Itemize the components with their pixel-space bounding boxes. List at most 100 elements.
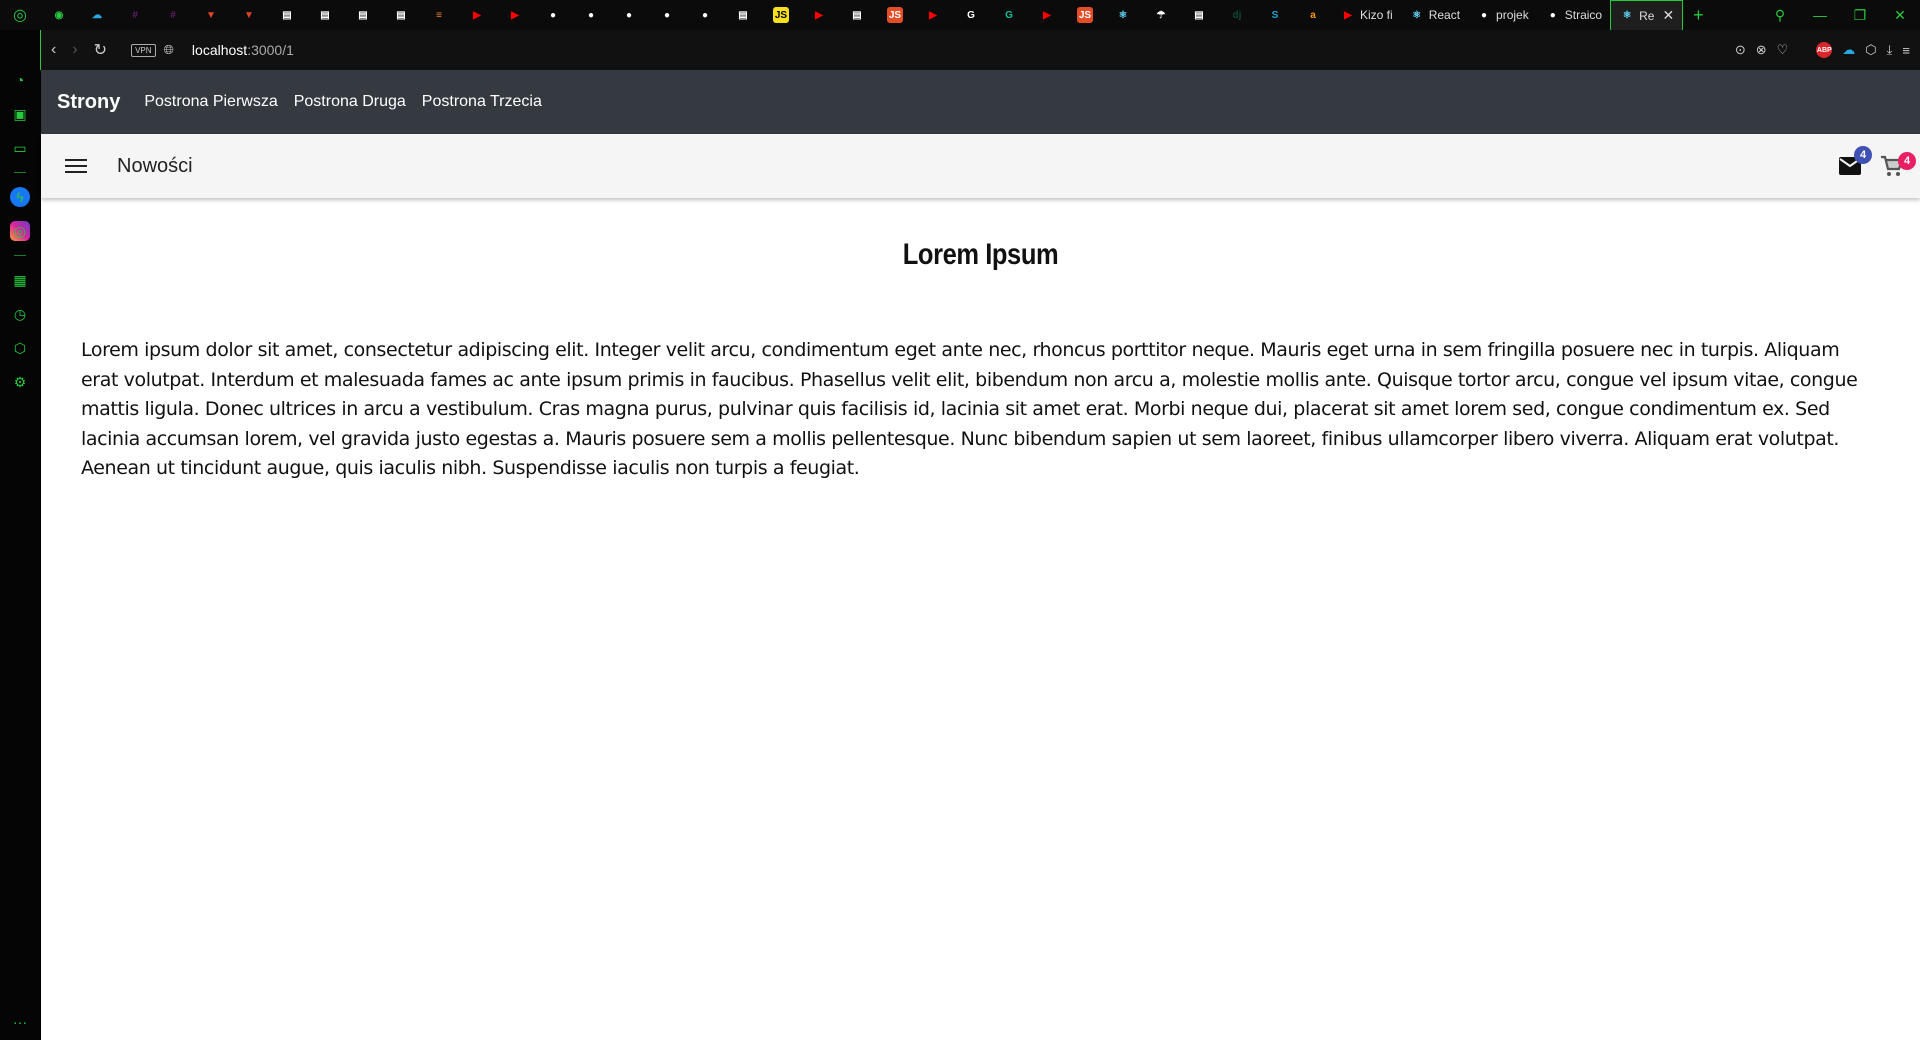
browser-tab[interactable]: ▤ — [838, 0, 876, 30]
back-icon[interactable]: ‹ — [51, 41, 56, 59]
page-content: Lorem Ipsum Lorem ipsum dolor sit amet, … — [41, 238, 1920, 484]
browser-tab[interactable]: ● — [534, 0, 572, 30]
cube-icon[interactable]: ⬡ — [1865, 42, 1876, 58]
youtube-icon: ▶ — [1344, 9, 1352, 21]
document-icon: ▤ — [738, 9, 748, 21]
youtube-icon: ▶ — [511, 9, 519, 21]
more-icon[interactable]: ··· — [13, 1014, 27, 1030]
browser-tab[interactable]: ▤ — [382, 0, 420, 30]
amazon-icon: a — [1310, 9, 1316, 21]
browser-tab[interactable]: ▼ — [230, 0, 268, 30]
browser-tab[interactable]: ▶ — [800, 0, 838, 30]
github-icon: ● — [549, 9, 557, 21]
cart-badge: 4 — [1898, 152, 1916, 170]
reload-icon[interactable]: ↻ — [94, 40, 107, 60]
nav-link-pierwsza[interactable]: Postrona Pierwsza — [144, 93, 277, 111]
cloud-extension-icon[interactable]: ☁ — [1842, 42, 1855, 58]
browser-tab[interactable]: JS — [876, 0, 914, 30]
browser-tab[interactable]: ● — [572, 0, 610, 30]
browser-tab[interactable]: # — [154, 0, 192, 30]
github-icon: ● — [663, 9, 671, 21]
hamburger-menu-icon[interactable] — [65, 159, 87, 173]
browser-tab[interactable]: JS — [1066, 0, 1104, 30]
browser-tab[interactable]: ▼ — [192, 0, 230, 30]
document-icon: ▤ — [852, 9, 862, 21]
new-tab-button[interactable]: + — [1683, 5, 1714, 26]
minimize-button[interactable]: — — [1800, 7, 1840, 23]
browser-tab[interactable]: ● — [648, 0, 686, 30]
browser-tab[interactable]: ● — [610, 0, 648, 30]
close-tab-icon[interactable]: ✕ — [1662, 7, 1674, 24]
active-tab-label: Re — [1639, 8, 1655, 23]
extensions-cube-icon[interactable]: ⬡ — [10, 338, 30, 358]
slack-icon: # — [132, 9, 138, 21]
cart-button[interactable]: 4 — [1880, 152, 1916, 178]
javascript-icon: JS — [773, 7, 789, 23]
browser-tab[interactable]: ◉ — [40, 0, 78, 30]
bag-icon[interactable]: ▣ — [10, 104, 30, 124]
search-icon[interactable]: ⚲ — [1760, 7, 1800, 24]
sidebar-divider — [14, 172, 26, 173]
twitch-icon[interactable]: ▭ — [10, 138, 30, 158]
react-icon: ⚛ — [1412, 9, 1422, 21]
tab-label: Kizo fi — [1360, 8, 1393, 22]
browser-tab[interactable]: S — [1256, 0, 1294, 30]
browser-tab[interactable]: ▤ — [724, 0, 762, 30]
window-controls: ⚲ — ❐ ✕ — [1760, 7, 1920, 24]
url-field[interactable]: localhost:3000/1 — [192, 42, 294, 58]
download-icon[interactable]: ⤓ — [1887, 42, 1893, 58]
browser-tab[interactable]: ▶ — [1028, 0, 1066, 30]
browser-tab[interactable]: ● — [686, 0, 724, 30]
document-icon: ▤ — [1194, 9, 1204, 21]
browser-tab[interactable]: JS — [762, 0, 800, 30]
browser-tab[interactable]: ▶ Kizo fi — [1332, 0, 1401, 30]
mail-badge: 4 — [1854, 146, 1872, 164]
forward-icon[interactable]: › — [72, 41, 77, 59]
block-icon[interactable]: ⊗ — [1756, 42, 1767, 58]
browser-tab[interactable]: ● Straico — [1537, 0, 1610, 30]
speed-dial-icon[interactable]: ◔ — [10, 70, 30, 90]
github-icon: ● — [587, 9, 595, 21]
menu-icon[interactable]: ≡ — [1902, 43, 1910, 58]
browser-tab[interactable]: ▤ — [344, 0, 382, 30]
browser-tab[interactable]: a — [1294, 0, 1332, 30]
browser-tab[interactable]: # — [116, 0, 154, 30]
browser-tab[interactable]: G — [952, 0, 990, 30]
instagram-icon[interactable]: ◎ — [10, 221, 30, 241]
nav-link-trzecia[interactable]: Postrona Trzecia — [422, 93, 542, 111]
stackoverflow-icon: ≡ — [436, 9, 442, 21]
browser-tab[interactable]: ▤ — [1180, 0, 1218, 30]
browser-tab[interactable]: ▶ — [458, 0, 496, 30]
adblock-plus-icon[interactable]: ABP — [1816, 42, 1833, 58]
django-icon: dj — [1232, 9, 1242, 21]
browser-tab[interactable]: ≡ — [420, 0, 458, 30]
app-bar-title: Nowości — [117, 154, 193, 177]
settings-gear-icon[interactable]: ⚙ — [10, 372, 30, 392]
browser-tab[interactable]: ● projek — [1468, 0, 1537, 30]
github-icon: ● — [701, 9, 709, 21]
browser-tab[interactable]: ☁ — [78, 0, 116, 30]
vpn-badge[interactable]: VPN — [131, 43, 156, 57]
browser-tab[interactable]: ▤ — [268, 0, 306, 30]
browser-tab[interactable]: ▶ — [496, 0, 534, 30]
active-tab[interactable]: ⚛ Re ✕ — [1610, 0, 1684, 30]
browser-tab[interactable]: dj — [1218, 0, 1256, 30]
messenger-icon[interactable]: ϟ — [10, 187, 30, 207]
browser-tab[interactable]: ▤ — [306, 0, 344, 30]
browser-tab[interactable]: G — [990, 0, 1028, 30]
nav-link-druga[interactable]: Postrona Druga — [294, 93, 406, 111]
browser-tab[interactable]: ▶ — [914, 0, 952, 30]
camera-icon[interactable]: ⊙ — [1735, 42, 1746, 58]
youtube-icon: ▶ — [815, 9, 823, 21]
browser-tab[interactable]: ⚛ — [1104, 0, 1142, 30]
heart-icon[interactable]: ♡ — [1777, 42, 1789, 58]
browser-tab[interactable]: ☂ — [1142, 0, 1180, 30]
workspaces-icon[interactable]: ▦ — [10, 270, 30, 290]
mail-button[interactable]: 4 — [1838, 146, 1872, 178]
history-icon[interactable]: ◷ — [10, 304, 30, 324]
close-window-button[interactable]: ✕ — [1880, 7, 1920, 24]
browser-tab[interactable]: ⚛ React — [1401, 0, 1468, 30]
opera-gx-logo-icon[interactable]: ◎ — [0, 0, 40, 30]
maximize-button[interactable]: ❐ — [1840, 7, 1880, 24]
navbar-brand[interactable]: Strony — [57, 91, 120, 114]
